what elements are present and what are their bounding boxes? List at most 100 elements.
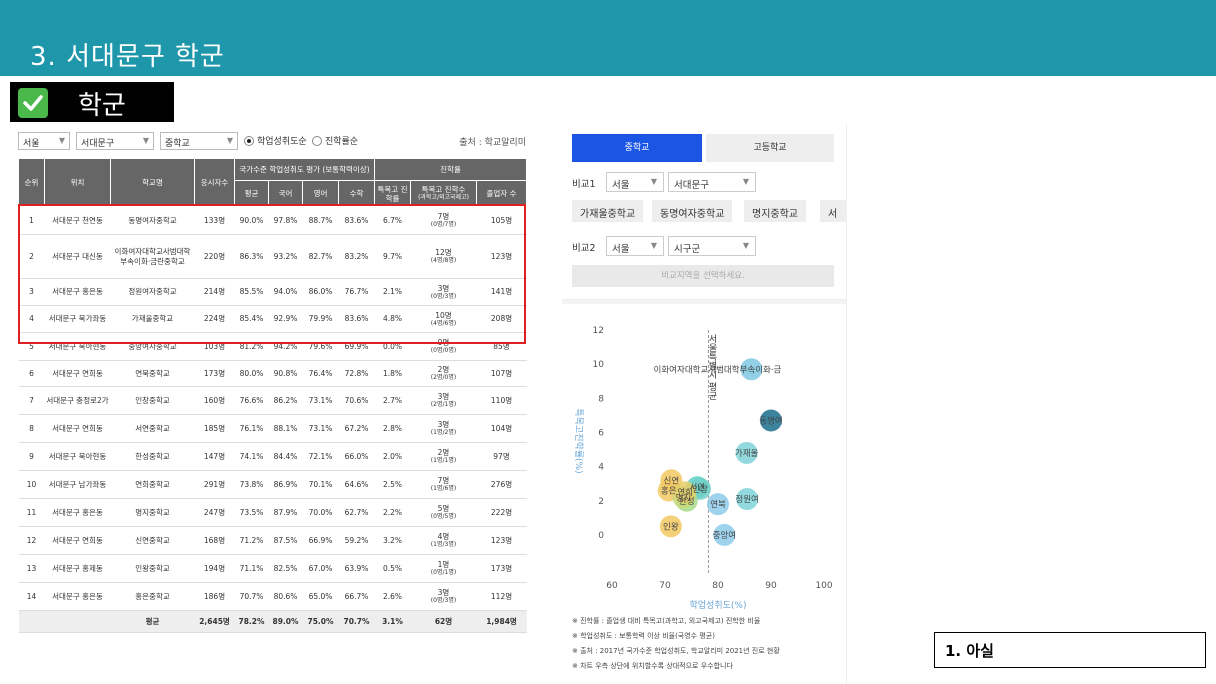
- source-text: 출처 : 학교알리미: [459, 138, 526, 148]
- cell-english: 65.0%: [302, 582, 339, 611]
- cell-location: 서대문구 홍은동: [44, 582, 111, 611]
- compare1-district-select[interactable]: 서대문구 ▼: [668, 172, 756, 192]
- compare1-city-select[interactable]: 서울 ▼: [606, 172, 664, 192]
- y-tick-label: 0: [598, 531, 604, 541]
- x-tick-label: 90: [765, 581, 777, 591]
- comparison-controls: 중학교 고등학교 비교1 서울 ▼ 서대문구 ▼ 가재울중학교 동명여자중학교 명지…: [562, 124, 846, 300]
- header-english: 영어: [302, 180, 339, 207]
- footer-cell-kor: 89.0%: [268, 610, 303, 633]
- cell-korean: 80.6%: [268, 582, 303, 611]
- district-select[interactable]: 서대문구 ▼: [76, 132, 154, 150]
- footer-cell-cnt: 62명: [410, 610, 477, 633]
- table-footer-row: 평균 2,645명 78.2% 89.0% 75.0% 70.7% 3.1% 62명 1,984…: [18, 610, 527, 633]
- footer-cell-n: 2,645명: [194, 610, 235, 633]
- cell-rank: 13: [18, 554, 45, 583]
- cell-math: 63.9%: [338, 554, 375, 583]
- cell-korean: 87.9%: [268, 498, 303, 527]
- cell-special-count: 7명 (1명/6명): [410, 470, 477, 499]
- note-line: ※ 출처 : 2017년 국가수준 학업성취도, 학교알리미 2021년 진로 …: [572, 647, 780, 655]
- cell-english: 66.9%: [302, 526, 339, 555]
- note-line: ※ 학업성취도 : 보통학력 이상 비율(국영수 평균): [572, 632, 715, 640]
- cell-korean: 87.5%: [268, 526, 303, 555]
- cell-avg: 73.5%: [234, 498, 269, 527]
- table-row: 9 서대문구 북아현동 한성중학교 147명 74.1% 84.4% 72.1% 66.0% 2…: [18, 442, 527, 471]
- table-row: 7 서대문구 충정로2가 인창중학교 160명 76.6% 86.2% 73.1% 70.6%…: [18, 386, 527, 415]
- special-count-detail: (1명/3명): [430, 541, 457, 549]
- chevron-down-icon: ▼: [742, 177, 749, 186]
- cell-rank: 12: [18, 526, 45, 555]
- table-row: 10 서대문구 남가좌동 연희중학교 291명 73.8% 86.9% 70.1% 64.6%…: [18, 470, 527, 499]
- cell-avg: 71.1%: [234, 554, 269, 583]
- cell-rank: 14: [18, 582, 45, 611]
- sort-achievement-radio[interactable]: 학업성취도순: [244, 134, 307, 147]
- cell-special-rate: 2.7%: [374, 386, 411, 415]
- school-chip[interactable]: 동명여자중학교: [652, 200, 733, 222]
- cell-graduates: 110명: [476, 386, 527, 415]
- y-tick-label: 10: [593, 360, 605, 370]
- cell-applicants: 185명: [194, 414, 235, 443]
- school-chip[interactable]: 가재울중학교: [572, 200, 644, 222]
- chevron-down-icon: ▼: [226, 136, 233, 145]
- tab-high-school[interactable]: 고등학교: [706, 134, 834, 162]
- tab-middle-school[interactable]: 중학교: [572, 134, 702, 162]
- cell-korean: 90.8%: [268, 360, 303, 387]
- radio-unselected-icon: [312, 135, 322, 146]
- cell-special-rate: 2.8%: [374, 414, 411, 443]
- sort-advance-radio[interactable]: 진학률순: [312, 134, 358, 147]
- cell-english: 70.1%: [302, 470, 339, 499]
- school-chip[interactable]: 명지중학교: [744, 200, 806, 222]
- city-select-value: 서울: [23, 139, 40, 149]
- cell-school-name: 명지중학교: [110, 498, 195, 527]
- note-line: ※ 차트 우측 상단에 위치할수록 상대적으로 우수합니다: [572, 662, 733, 670]
- city-select[interactable]: 서울 ▼: [18, 132, 70, 150]
- x-tick-label: 60: [606, 581, 618, 591]
- y-tick-label: 4: [598, 463, 604, 473]
- cell-math: 67.2%: [338, 414, 375, 443]
- cell-math: 62.7%: [338, 498, 375, 527]
- cell-special-rate: 3.2%: [374, 526, 411, 555]
- caption-box: 1. 아실: [934, 632, 1206, 668]
- cell-english: 73.1%: [302, 414, 339, 443]
- cell-special-count: 2명 (1명/1명): [410, 442, 477, 471]
- compare2-district-value: 시구군: [674, 244, 701, 255]
- y-axis-label: 특목고진학률(%): [573, 408, 584, 473]
- cell-rank: 9: [18, 442, 45, 471]
- footer-cell-label: 평균: [110, 610, 195, 633]
- cell-school-name: 신연중학교: [110, 526, 195, 555]
- cell-special-rate: 1.8%: [374, 360, 411, 387]
- cell-location: 서대문구 북아현동: [44, 442, 111, 471]
- section-label: 학군: [78, 91, 126, 121]
- compare-prompt-bar[interactable]: 비교지역을 선택하세요.: [572, 265, 834, 287]
- y-tick-label: 8: [598, 394, 604, 404]
- sort-advance-label: 진학률순: [325, 137, 359, 147]
- cell-avg: 76.1%: [234, 414, 269, 443]
- header-location: 위치: [44, 158, 111, 207]
- school-level-select[interactable]: 중학교 ▼: [160, 132, 238, 150]
- cell-avg: 70.7%: [234, 582, 269, 611]
- cell-applicants: 173명: [194, 360, 235, 387]
- chevron-down-icon: ▼: [650, 177, 657, 186]
- cell-applicants: 247명: [194, 498, 235, 527]
- data-point-label: 연희: [677, 487, 693, 498]
- cell-english: 67.0%: [302, 554, 339, 583]
- header-special-count: 특목고 진학수 (과학고/외고국제고): [410, 180, 477, 207]
- cell-special-count: 4명 (1명/3명): [410, 526, 477, 555]
- data-point-label: 정원여: [735, 494, 758, 505]
- cell-rank: 6: [18, 360, 45, 387]
- cell-applicants: 168명: [194, 526, 235, 555]
- cell-special-rate: 0.5%: [374, 554, 411, 583]
- special-count-detail: (0명/5명): [430, 513, 457, 521]
- data-point-label: 인창: [692, 484, 708, 495]
- sort-achievement-label: 학업성취도순: [257, 137, 307, 147]
- compare2-district-select[interactable]: 시구군 ▼: [668, 236, 756, 256]
- compare2-city-select[interactable]: 서울 ▼: [606, 236, 664, 256]
- filter-bar: 서울 ▼ 서대문구 ▼ 중학교 ▼ 학업성취도순 진학률순 출처 : 학교알리미: [18, 132, 526, 152]
- scatter-chart: 02468101260 70 80 90 100서울특별시 평균이화여자대학교사범대학부…: [573, 326, 833, 610]
- cell-special-rate: 2.6%: [374, 582, 411, 611]
- special-count-detail: (2명/0명): [430, 374, 457, 382]
- cell-applicants: 291명: [194, 470, 235, 499]
- cell-special-count: 2명 (2명/0명): [410, 360, 477, 387]
- school-chip[interactable]: 서: [820, 200, 846, 222]
- cell-rank: 10: [18, 470, 45, 499]
- x-tick-label: 80: [712, 581, 724, 591]
